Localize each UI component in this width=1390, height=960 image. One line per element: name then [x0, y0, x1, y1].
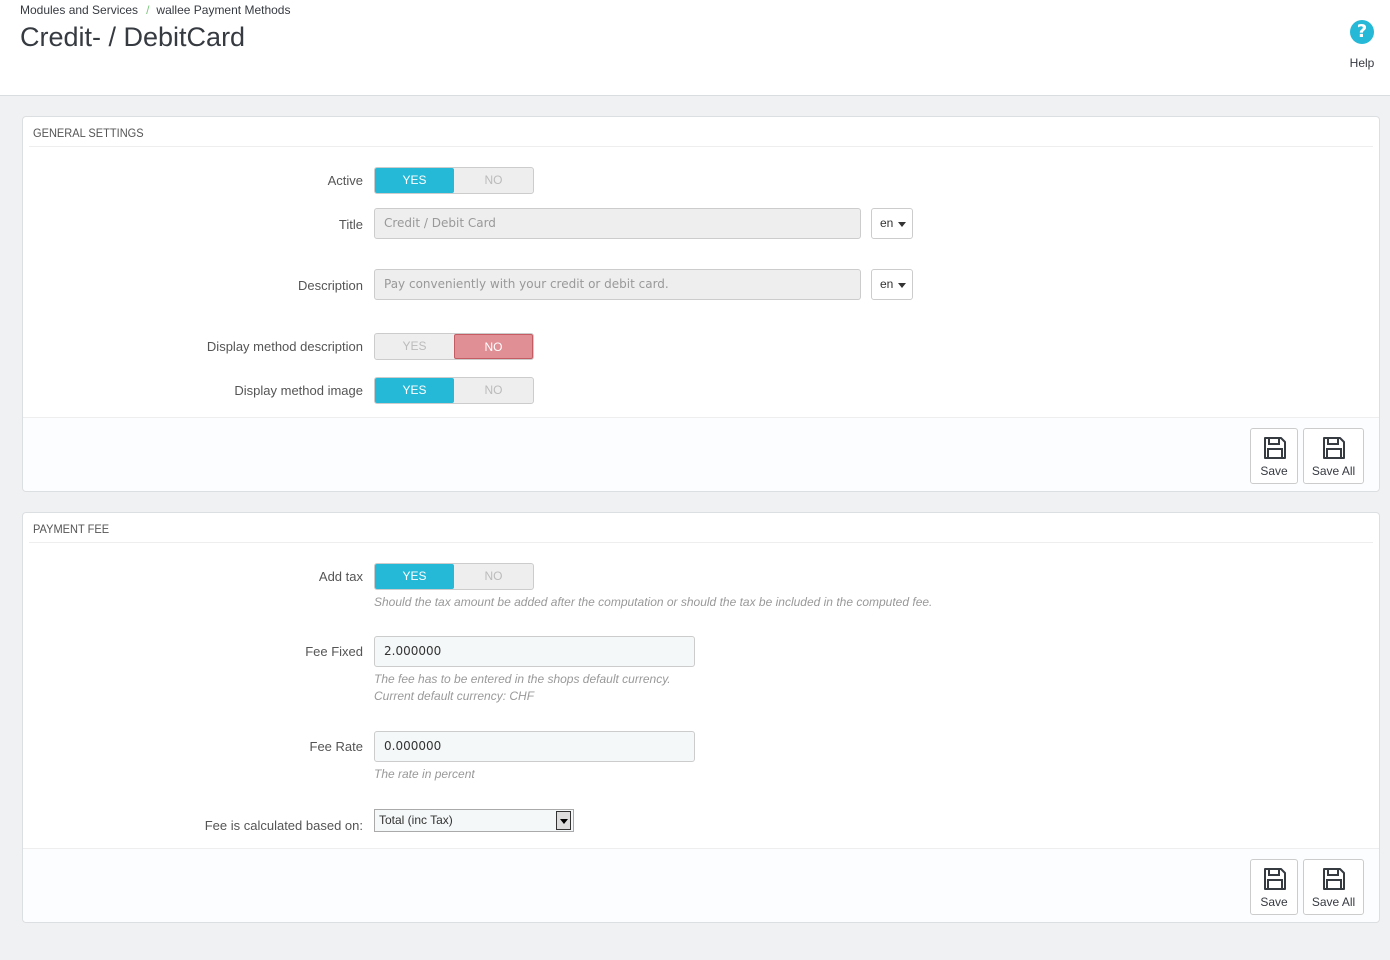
add-tax-yes-option[interactable]: YES [375, 564, 454, 589]
fee-fixed-help-line1: The fee has to be entered in the shops d… [374, 672, 671, 686]
active-no-option[interactable]: NO [454, 168, 533, 193]
active-yes-option[interactable]: YES [375, 168, 454, 193]
add-tax-switch[interactable]: YES NO [374, 563, 534, 590]
display-image-yes-option[interactable]: YES [375, 378, 454, 403]
add-tax-help-text: Should the tax amount be added after the… [374, 595, 933, 609]
description-label: Description [297, 278, 363, 293]
display-description-switch[interactable]: YES NO [374, 333, 534, 360]
display-image-no-option[interactable]: NO [454, 378, 533, 403]
page-header: Modules and Services / wallee Payment Meth… [0, 0, 1390, 96]
page-title: Credit- / DebitCard [20, 22, 246, 52]
help-button[interactable]: ? Help [1340, 20, 1384, 72]
dropdown-arrow-icon [556, 811, 571, 830]
fee-fixed-label: Fee Fixed [305, 644, 363, 659]
breadcrumb: Modules and Services / wallee Payment Meth… [20, 3, 290, 17]
display-description-yes-option[interactable]: YES [375, 334, 454, 359]
active-switch[interactable]: YES NO [374, 167, 534, 194]
save-label: Save [1260, 464, 1288, 478]
fee-rate-label: Fee Rate [309, 739, 363, 754]
display-image-label: Display method image [234, 383, 363, 398]
title-language-dropdown[interactable]: en [871, 208, 913, 239]
floppy-disk-icon [1264, 437, 1286, 459]
title-input[interactable]: Credit / Debit Card [374, 208, 861, 239]
display-description-label: Display method description [206, 339, 363, 354]
title-label: Title [338, 217, 363, 232]
floppy-disk-icon [1264, 868, 1286, 890]
floppy-disk-icon [1323, 868, 1345, 890]
fee-base-selected-value: Total (inc Tax) [379, 813, 453, 827]
fee-fixed-input[interactable]: 2.000000 [374, 636, 695, 667]
display-image-switch[interactable]: YES NO [374, 377, 534, 404]
save-button[interactable]: Save [1250, 859, 1298, 915]
language-code: en [880, 216, 894, 230]
caret-down-icon [898, 222, 906, 227]
save-label: Save [1260, 895, 1288, 909]
save-all-button[interactable]: Save All [1303, 428, 1364, 484]
question-circle-icon: ? [1350, 20, 1374, 44]
description-language-dropdown[interactable]: en [871, 269, 913, 300]
save-all-button[interactable]: Save All [1303, 859, 1364, 915]
save-button[interactable]: Save [1250, 428, 1298, 484]
save-all-label: Save All [1311, 895, 1356, 909]
display-description-no-option[interactable]: NO [454, 334, 533, 359]
breadcrumb-item-current[interactable]: wallee Payment Methods [156, 3, 290, 17]
payment-fee-panel: PAYMENT FEE Add tax YES NO Should the ta… [22, 512, 1380, 923]
help-label: Help [1349, 56, 1375, 70]
panel-heading: GENERAL SETTINGS [29, 117, 1373, 147]
add-tax-label: Add tax [318, 569, 363, 584]
add-tax-no-option[interactable]: NO [454, 564, 533, 589]
fee-rate-input[interactable]: 0.000000 [374, 731, 695, 762]
breadcrumb-separator: / [146, 3, 150, 17]
language-code: en [880, 277, 894, 291]
general-settings-panel: GENERAL SETTINGS Active YES NO Title Cre… [22, 116, 1380, 492]
panel-title: GENERAL SETTINGS [33, 126, 144, 140]
fee-base-select[interactable]: Total (inc Tax) [374, 809, 574, 832]
panel-footer: Save Save All [23, 417, 1379, 491]
fee-base-label: Fee is calculated based on: [204, 818, 363, 833]
floppy-disk-icon [1323, 437, 1345, 459]
panel-heading: PAYMENT FEE [29, 513, 1373, 543]
panel-footer: Save Save All [23, 848, 1379, 922]
fee-fixed-help-line2: Current default currency: CHF [374, 689, 535, 703]
save-all-label: Save All [1311, 464, 1356, 478]
fee-rate-help-text: The rate in percent [374, 767, 475, 781]
caret-down-icon [898, 283, 906, 288]
description-input[interactable]: Pay conveniently with your credit or deb… [374, 269, 861, 300]
panel-title: PAYMENT FEE [33, 522, 110, 536]
active-label: Active [327, 173, 363, 188]
breadcrumb-item-modules[interactable]: Modules and Services [20, 3, 138, 17]
